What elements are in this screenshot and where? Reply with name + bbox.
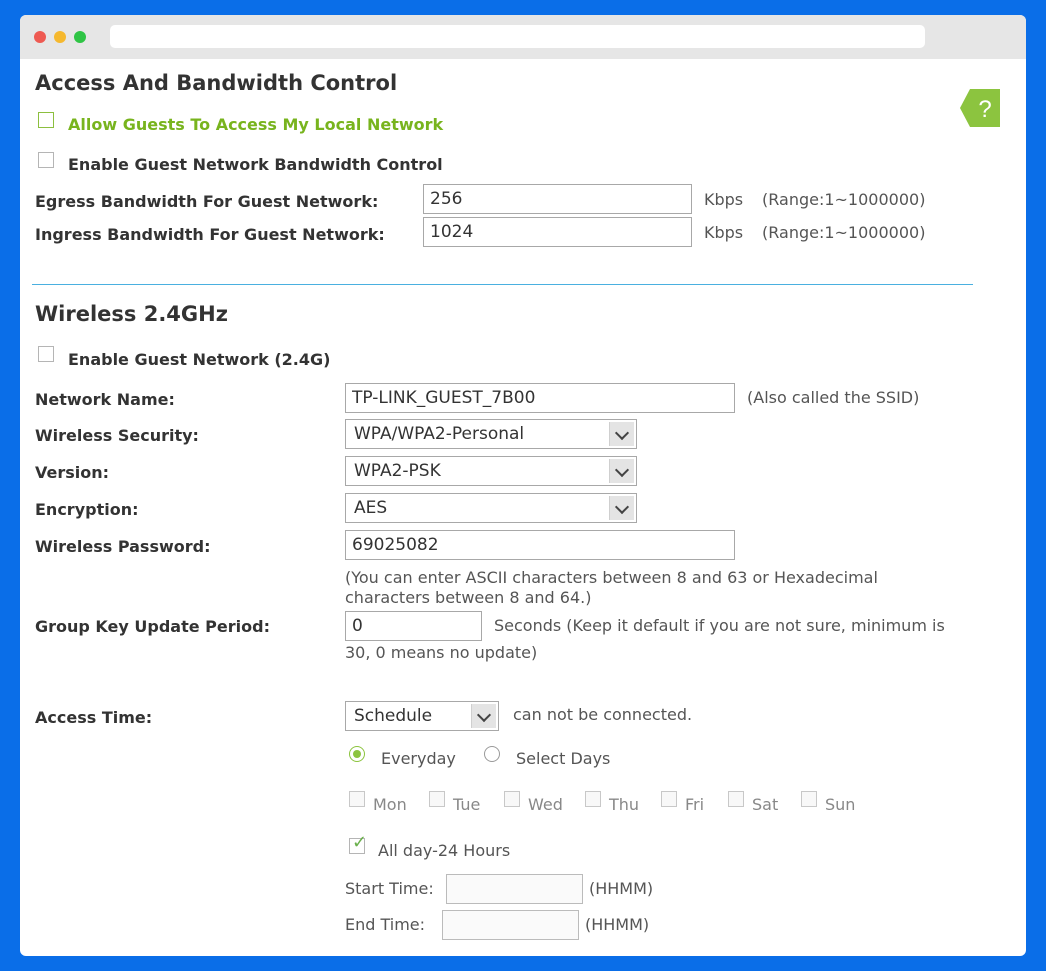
password-hint-line2: characters between 8 and 64.): [345, 588, 592, 607]
allow-guests-checkbox[interactable]: [38, 112, 54, 128]
egress-unit: Kbps: [704, 190, 744, 209]
ingress-unit: Kbps: [704, 223, 744, 242]
start-time-label: Start Time:: [345, 879, 434, 898]
all-day-checkbox[interactable]: ✓: [349, 832, 367, 854]
day-wed-checkbox[interactable]: [504, 791, 520, 807]
end-time-label: End Time:: [345, 915, 426, 934]
egress-label: Egress Bandwidth For Guest Network:: [35, 192, 379, 211]
egress-range: (Range:1~1000000): [762, 190, 926, 209]
end-time-input[interactable]: [442, 910, 579, 940]
day-fri-checkbox[interactable]: [661, 791, 677, 807]
access-time-label: Access Time:: [35, 708, 153, 727]
day-mon-label: Mon: [373, 795, 407, 814]
end-time-format: (HHMM): [585, 915, 650, 934]
ssid-hint: (Also called the SSID): [747, 388, 920, 407]
enable-guest-network-label[interactable]: Enable Guest Network (2.4G): [68, 350, 330, 369]
section-divider: [32, 284, 973, 285]
ingress-label: Ingress Bandwidth For Guest Network:: [35, 225, 385, 244]
wireless-security-value: WPA/WPA2-Personal: [354, 424, 525, 444]
chevron-down-icon: [609, 459, 634, 483]
day-thu-checkbox[interactable]: [585, 791, 601, 807]
password-hint-line1: (You can enter ASCII characters between …: [345, 568, 878, 587]
day-wed-label: Wed: [528, 795, 563, 814]
day-mon-checkbox[interactable]: [349, 791, 365, 807]
day-sat-label: Sat: [752, 795, 779, 814]
checkmark-icon: ✓: [352, 832, 368, 853]
chevron-down-icon: [609, 422, 634, 446]
all-day-label[interactable]: All day-24 Hours: [378, 841, 510, 860]
network-name-label: Network Name:: [35, 390, 175, 409]
day-fri-label: Fri: [685, 795, 705, 814]
title-bar: [20, 15, 1026, 59]
wireless-password-input[interactable]: [345, 530, 735, 560]
access-time-value: Schedule: [354, 706, 433, 726]
section-title-wireless: Wireless 2.4GHz: [35, 302, 228, 326]
section-title-access: Access And Bandwidth Control: [35, 71, 398, 95]
group-key-label: Group Key Update Period:: [35, 617, 270, 636]
wireless-security-label: Wireless Security:: [35, 426, 199, 445]
ingress-range: (Range:1~1000000): [762, 223, 926, 242]
version-value: WPA2-PSK: [354, 461, 441, 481]
everyday-label[interactable]: Everyday: [381, 749, 456, 768]
start-time-format: (HHMM): [589, 879, 654, 898]
chevron-down-icon: [609, 496, 634, 520]
wireless-password-label: Wireless Password:: [35, 537, 211, 556]
select-days-label[interactable]: Select Days: [516, 749, 610, 768]
version-label: Version:: [35, 463, 110, 482]
enable-bandwidth-label[interactable]: Enable Guest Network Bandwidth Control: [68, 155, 443, 174]
maximize-window-icon[interactable]: [74, 31, 86, 43]
close-window-icon[interactable]: [34, 31, 46, 43]
egress-input[interactable]: [423, 184, 692, 214]
group-key-hint-line1: Seconds (Keep it default if you are not …: [494, 616, 945, 635]
address-bar[interactable]: [110, 25, 925, 48]
day-thu-label: Thu: [609, 795, 640, 814]
svg-text:?: ?: [978, 96, 991, 123]
group-key-input[interactable]: [345, 611, 482, 641]
ingress-input[interactable]: [423, 217, 692, 247]
version-select[interactable]: WPA2-PSK: [345, 456, 637, 486]
browser-window: ? Access And Bandwidth Control Allow Gue…: [20, 15, 1026, 956]
enable-bandwidth-checkbox[interactable]: [38, 152, 54, 168]
access-time-select[interactable]: Schedule: [345, 701, 499, 731]
group-key-hint-line2: 30, 0 means no update): [345, 643, 538, 662]
chevron-down-icon: [471, 704, 496, 728]
day-sat-checkbox[interactable]: [728, 791, 744, 807]
minimize-window-icon[interactable]: [54, 31, 66, 43]
day-sun-checkbox[interactable]: [801, 791, 817, 807]
encryption-select[interactable]: AES: [345, 493, 637, 523]
everyday-radio[interactable]: [349, 746, 365, 762]
access-time-hint: can not be connected.: [513, 705, 693, 724]
day-tue-label: Tue: [453, 795, 481, 814]
select-days-radio[interactable]: [484, 746, 500, 762]
day-tue-checkbox[interactable]: [429, 791, 445, 807]
encryption-value: AES: [354, 498, 388, 518]
day-sun-label: Sun: [825, 795, 856, 814]
help-icon[interactable]: ?: [960, 89, 1000, 127]
encryption-label: Encryption:: [35, 500, 139, 519]
start-time-input[interactable]: [446, 874, 583, 904]
allow-guests-label[interactable]: Allow Guests To Access My Local Network: [68, 115, 443, 134]
wireless-security-select[interactable]: WPA/WPA2-Personal: [345, 419, 637, 449]
enable-guest-network-checkbox[interactable]: [38, 346, 54, 362]
network-name-input[interactable]: [345, 383, 735, 413]
